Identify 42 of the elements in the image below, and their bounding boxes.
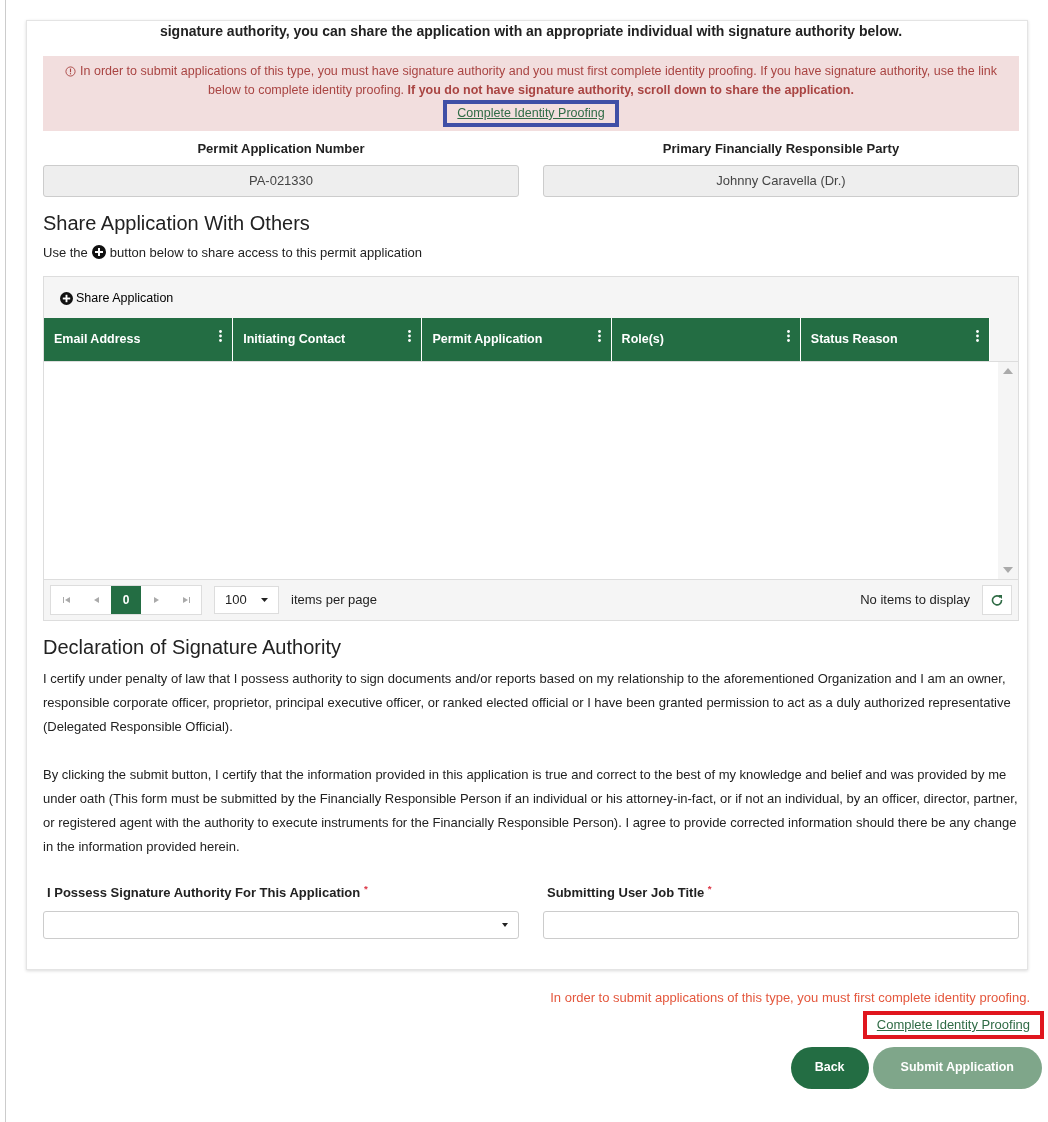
identity-proofing-link[interactable]: Complete Identity Proofing [457,106,605,120]
hint-text: button below to share access to this permit application [109,243,422,262]
dropdown-field[interactable] [43,910,519,939]
alert-message: In order to submit applications of this type, you must have signature authority and you must first complete identity proofing. If you have signature authority, use the link below to complete identity proofing. If you do not have signature authority, scroll down to share the application. [80,64,997,97]
declaration-paragraph: I certify under penalty of law that I possess authority to sign documents and/or reports based on my relationship to the aforementioned Organization and I am an owner, responsible corporate officer, proprietor, principal executive officer, or ranked elected official or I have been granted permission to act as a duly authorized representative (Delegated Responsible Official). [43,670,1012,737]
refresh-button[interactable] [982,585,1012,616]
scrollbar[interactable] [998,362,1018,580]
scroll-up-icon[interactable] [1003,368,1013,375]
page-number[interactable]: 0 [111,586,141,615]
error-message: In order to submit applications of this type, you must first complete identity proofing. [549,988,1030,1007]
readonly-field: PA-021330 [43,164,519,197]
column-header[interactable]: Role(s) [611,318,801,362]
info-icon [65,64,77,78]
column-header[interactable]: Permit Application [422,318,612,362]
hint-text: Use the [43,243,88,262]
intro-text: signature authority, you can share the application with an appropriate individual with signature authority below. [158,22,904,41]
plus-circle-icon [60,291,73,305]
page-size-select[interactable]: 100 [214,586,279,615]
column-header[interactable]: Initiating Contact [233,318,423,362]
pager-status: No items to display [860,591,970,610]
identity-proofing-link[interactable]: Complete Identity Proofing [876,1017,1030,1033]
section-title: Share Application With Others [43,210,311,235]
share-application-button[interactable]: Share Application [60,289,174,308]
section-title: Declaration of Signature Authority [43,635,342,660]
field-label: Permit Application Number [196,140,366,158]
refresh-icon [991,594,1003,607]
plus-circle-icon [91,245,106,260]
readonly-field: Johnny Caravella (Dr.) [543,164,1019,197]
field-label: Primary Financially Responsible Party [661,140,901,158]
required-marker: * [707,883,712,895]
input-field[interactable] [543,910,1019,939]
back-button[interactable]: Back [790,1046,869,1089]
column-header[interactable]: Email Address [44,318,234,362]
scroll-down-icon[interactable] [1003,567,1013,574]
column-header[interactable]: Status Reason [800,318,990,362]
field-label: I Possess Signature Authority For This Application $^{*}$ [46,883,369,903]
caret-icon [502,922,508,927]
page-size-label: items per page [291,591,377,610]
field-label: Submitting User Job Title $^{*}$ [546,883,713,903]
declaration-paragraph: By clicking the submit button, I certify that the information provided in this application is true and correct to the best of my knowledge and belief and was provided by me under oath (This form must be submitted by the Financially Responsible Person if an individual or his attorney-in-fact, or if not an individual, by an officer, director, partner, or registered agent with the authority to execute instruments for the Financially Responsible Person). I agree to provide corrected information should there be any change in the information provided herein. [43,766,1019,857]
caret-icon [261,598,268,603]
required-marker: * [363,883,368,895]
